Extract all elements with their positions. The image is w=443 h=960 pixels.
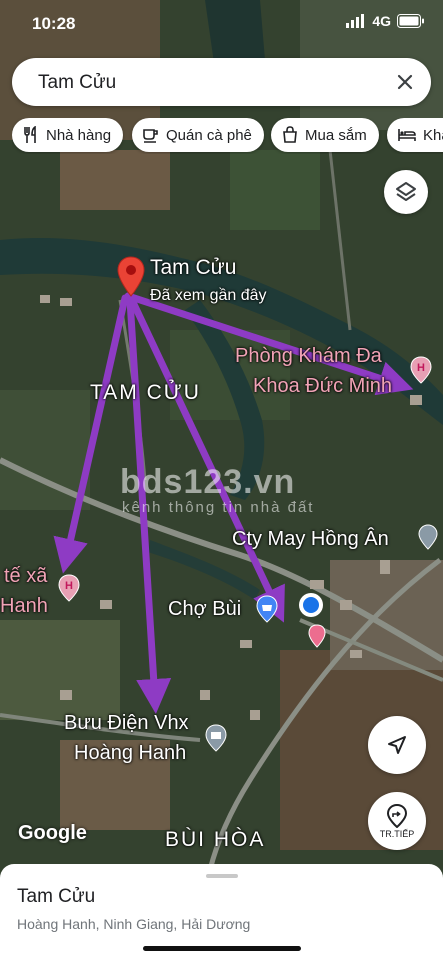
shopping-bag-icon — [283, 126, 297, 143]
chip-restaurant[interactable]: Nhà hàng — [12, 118, 124, 152]
hotel-icon — [398, 129, 416, 141]
chip-shopping[interactable]: Mua sắm — [271, 118, 379, 152]
health-label-line2[interactable]: Hanh — [0, 595, 48, 618]
status-icons: 4G — [346, 13, 425, 29]
area-label-bui-hoa: BÙI HÒA — [165, 828, 266, 851]
post-office-marker-icon[interactable] — [205, 724, 227, 752]
status-time: 10:28 — [32, 14, 76, 33]
hotel-marker-icon[interactable] — [308, 624, 326, 648]
home-indicator[interactable] — [143, 946, 301, 951]
health-label-line1[interactable]: tế xã — [4, 565, 47, 588]
search-input[interactable] — [36, 68, 380, 98]
hospital-marker-icon[interactable]: H — [410, 356, 432, 384]
battery-icon — [397, 14, 424, 28]
market-label[interactable]: Chợ Bùi — [168, 598, 241, 621]
pin-subtitle: Đã xem gần đây — [150, 287, 267, 304]
current-location-dot — [299, 593, 323, 617]
directions-button[interactable]: TR.TIẾP — [368, 792, 426, 850]
my-location-button[interactable] — [368, 716, 426, 774]
arrow-to-health-station — [53, 294, 129, 574]
search-bar[interactable] — [12, 58, 431, 106]
watermark: bds123.vn kênh thông tin nhà đất — [120, 463, 314, 516]
layers-button[interactable] — [384, 170, 428, 214]
signal-icon — [346, 14, 365, 28]
restaurant-icon — [24, 126, 36, 143]
layers-icon — [396, 182, 416, 201]
chip-hotel-label: Khá — [423, 126, 443, 144]
svg-text:H: H — [65, 580, 73, 592]
close-icon[interactable] — [393, 70, 417, 94]
market-marker-icon[interactable] — [256, 595, 278, 623]
chip-shopping-label: Mua sắm — [305, 126, 367, 144]
svg-text:H: H — [417, 362, 425, 374]
clinic-label-line1[interactable]: Phòng Khám Đa — [235, 345, 382, 368]
clinic-label-line2[interactable]: Khoa Đức Minh — [253, 375, 392, 398]
sheet-handle[interactable] — [206, 874, 238, 878]
category-chips: Nhà hàng Quán cà phê Mua sắm Khá — [12, 118, 443, 154]
health-station-marker-icon[interactable]: H — [58, 574, 80, 602]
post-label-line2[interactable]: Hoàng Hanh — [74, 742, 186, 765]
directions-pin-icon — [386, 803, 408, 828]
pin-title: Tam Cửu — [150, 256, 237, 279]
chip-hotel[interactable]: Khá — [387, 118, 443, 152]
chip-coffee[interactable]: Quán cà phê — [132, 118, 264, 152]
location-pin-icon[interactable] — [116, 256, 146, 298]
place-address: Hoàng Hanh, Ninh Giang, Hải Dương — [17, 916, 251, 932]
chip-restaurant-label: Nhà hàng — [46, 126, 112, 144]
google-logo: Google — [18, 822, 87, 844]
company-label[interactable]: Cty May Hồng Ân — [232, 528, 389, 551]
network-type: 4G — [372, 13, 391, 29]
directions-label: TR.TIẾP — [379, 828, 415, 839]
watermark-main: bds123.vn — [120, 463, 296, 501]
company-marker-icon[interactable] — [418, 524, 438, 550]
chip-coffee-label: Quán cà phê — [166, 126, 252, 144]
watermark-sub: kênh thông tin nhà đất — [122, 499, 315, 516]
status-bar: 10:28 4G — [0, 0, 443, 48]
place-title: Tam Cửu — [17, 886, 96, 907]
area-label-tam-cuu: TAM CỬU — [90, 381, 201, 404]
navigation-arrow-icon — [388, 736, 406, 754]
post-label-line1[interactable]: Bưu Điện Vhx — [64, 712, 189, 735]
coffee-icon — [143, 129, 158, 143]
